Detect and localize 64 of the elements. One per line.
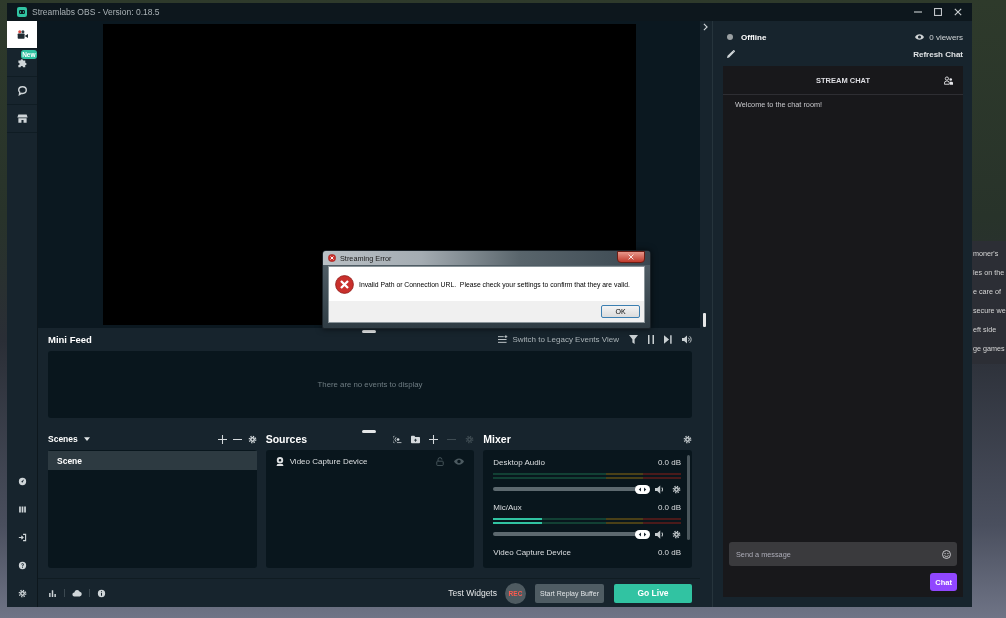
audio-source-name: Mic/Aux <box>493 503 522 512</box>
chat-bubble-icon <box>16 85 28 96</box>
legacy-view-link[interactable]: Switch to Legacy Events View <box>498 335 619 344</box>
add-icon[interactable] <box>429 434 439 444</box>
list-icon <box>498 335 509 344</box>
stream-status: Offline <box>741 32 767 42</box>
maximize-icon[interactable] <box>934 8 942 16</box>
webcam-icon <box>275 456 284 466</box>
refresh-chat-link[interactable]: Refresh Chat <box>913 49 963 59</box>
columns-icon[interactable] <box>17 504 27 514</box>
scrollbar[interactable] <box>687 455 690 540</box>
close-icon <box>628 254 634 260</box>
audio-source-name: Desktop Audio <box>493 458 545 467</box>
slider-thumb[interactable] <box>635 529 650 539</box>
volume-icon[interactable] <box>682 335 692 344</box>
gauge-icon[interactable] <box>17 476 27 486</box>
video-camera-icon <box>16 29 28 40</box>
signal-waves-icon[interactable] <box>393 434 403 444</box>
arrow-into-box-icon[interactable] <box>17 532 27 542</box>
window-title: Streamlabs OBS - Version: 0.18.5 <box>32 7 161 17</box>
panel-title: Scenes <box>48 434 78 444</box>
store-icon <box>16 113 28 124</box>
panel-title: Sources <box>265 433 308 445</box>
resize-handle[interactable] <box>362 330 376 333</box>
scene-item[interactable]: Scene <box>48 451 257 470</box>
slider-thumb[interactable] <box>635 484 650 494</box>
cloud-icon[interactable] <box>72 589 82 597</box>
volume-slider[interactable] <box>493 532 650 536</box>
filter-icon[interactable] <box>629 335 638 344</box>
speaker-icon[interactable] <box>655 484 664 494</box>
volume-reading: 0.0 dB <box>657 503 681 512</box>
emoji-icon[interactable] <box>942 549 951 559</box>
info-icon[interactable] <box>97 588 106 598</box>
nav-tab[interactable] <box>7 21 37 49</box>
app-logo-icon <box>17 7 27 17</box>
bar-chart-icon[interactable] <box>48 588 57 598</box>
caret-icon[interactable] <box>83 437 90 441</box>
eye-icon[interactable] <box>454 457 465 465</box>
puzzle-icon <box>16 57 28 68</box>
error-icon <box>335 274 354 294</box>
folder-add-icon[interactable] <box>411 434 421 444</box>
speaker-icon[interactable] <box>655 529 664 539</box>
resize-handle[interactable] <box>703 313 706 327</box>
help-icon[interactable] <box>17 560 27 570</box>
test-widgets-button[interactable]: Test Widgets <box>448 588 497 598</box>
source-item[interactable]: Video Capture Device <box>265 450 475 472</box>
viewer-count: 0 viewers <box>929 32 963 42</box>
skip-forward-icon[interactable] <box>664 335 672 344</box>
panel-title: Mixer <box>483 433 511 445</box>
close-icon[interactable] <box>954 8 962 16</box>
resize-handle[interactable] <box>362 430 376 433</box>
add-icon[interactable] <box>217 434 227 444</box>
error-icon <box>328 254 336 262</box>
pause-icon[interactable] <box>648 335 654 344</box>
audio-source-name: Video Capture Device <box>493 548 572 557</box>
pencil-icon[interactable] <box>727 50 735 58</box>
volume-slider[interactable] <box>493 487 650 491</box>
close-button[interactable] <box>617 251 645 263</box>
chevron-right-icon[interactable] <box>703 23 708 31</box>
panel-title: Mini Feed <box>48 334 92 345</box>
eye-icon <box>915 34 925 40</box>
volume-reading: 0.0 dB <box>657 458 681 467</box>
users-icon[interactable] <box>944 75 953 85</box>
volume-reading: 0.0 dB <box>657 548 681 557</box>
